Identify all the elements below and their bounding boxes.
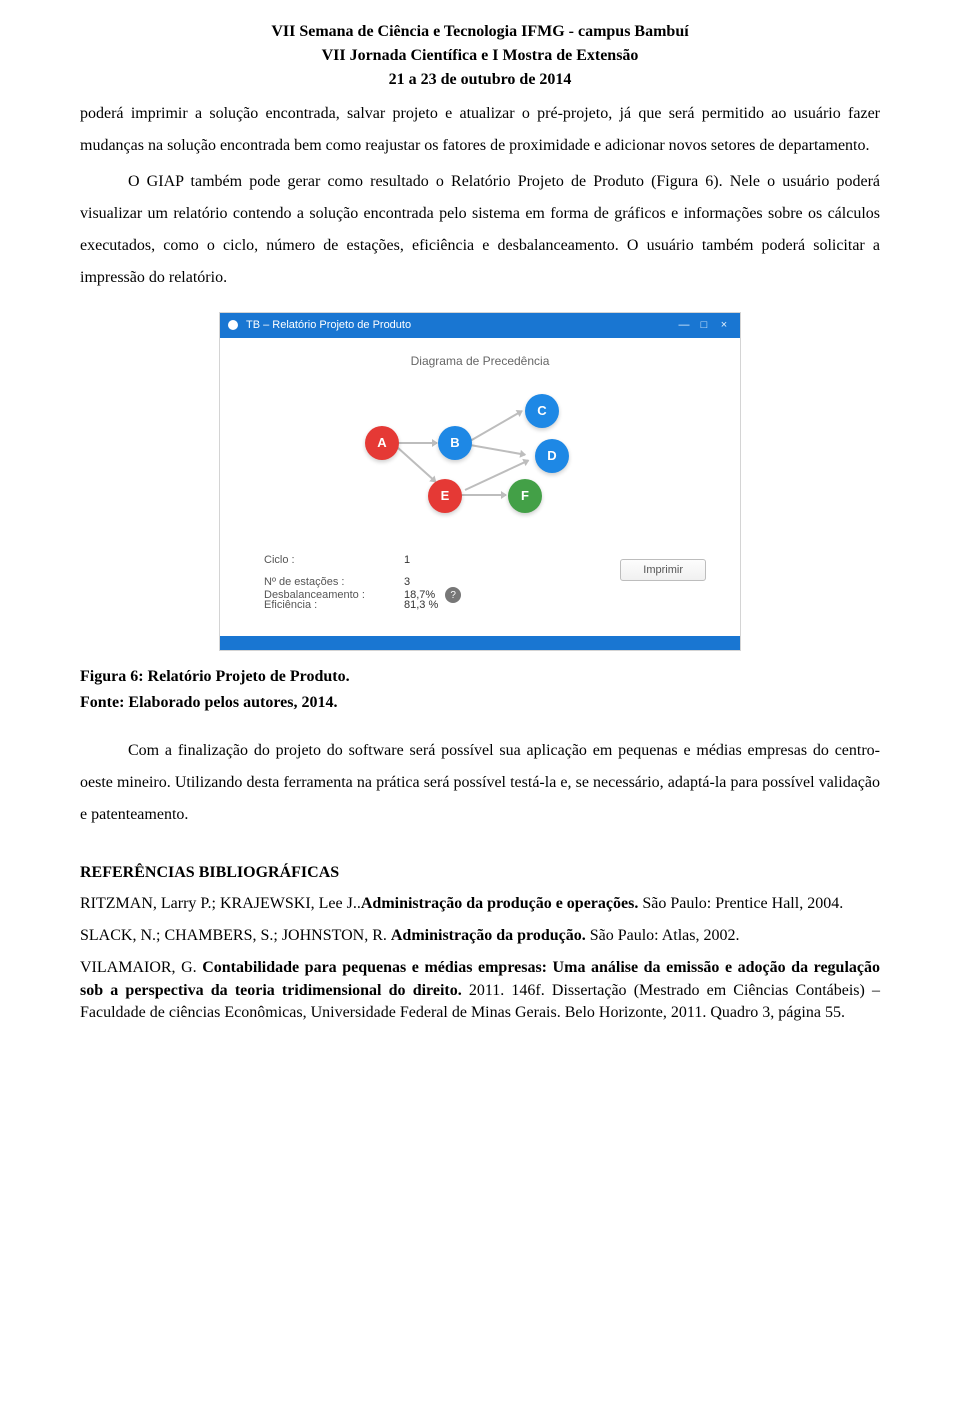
edge-b-c [470,410,523,442]
window-body: Diagrama de Precedência A B C D E F Cicl… [220,338,740,624]
minimize-icon[interactable]: — [676,317,692,334]
ref2-authors: SLACK, N.; CHAMBERS, S.; JOHNSTON, R. [80,927,391,944]
window-icon [228,320,238,330]
diagram-title: Diagrama de Precedência [234,352,726,370]
figure-caption-line2: Fonte: Elaborado pelos autores, 2014. [80,691,880,715]
stat-desbalanceamento: Desbalanceamento : 18,7% ? [264,587,726,604]
paragraph-1: poderá imprimir a solução encontrada, sa… [80,98,880,162]
edge-a-e [396,446,436,482]
ref2-title: Administração da produção. [391,927,586,944]
paragraph-3: Com a finalização do projeto do software… [80,735,880,831]
stats-block: Ciclo : 1 Nº de estações : 3 Eficiência … [234,552,726,604]
header-line-1: VII Semana de Ciência e Tecnologia IFMG … [80,20,880,44]
app-window: TB – Relatório Projeto de Produto — □ × … [219,312,741,651]
edge-a-b [397,442,437,444]
node-c: C [525,394,559,428]
ref1-title: Administração da produção e operações. [361,895,638,912]
ref1-authors: RITZMAN, Larry P.; KRAJEWSKI, Lee J.. [80,895,361,912]
paragraph-2: O GIAP também pode gerar como resultado … [80,166,880,294]
ref3-authors: VILAMAIOR, G. [80,959,202,976]
reference-3: VILAMAIOR, G. Contabilidade para pequena… [80,957,880,1024]
print-button[interactable]: Imprimir [620,559,706,581]
edge-b-d [470,444,525,456]
close-icon[interactable]: × [716,317,732,334]
window-titlebar: TB – Relatório Projeto de Produto — □ × [220,313,740,338]
ref2-tail: São Paulo: Atlas, 2002. [586,927,740,944]
references-heading: REFERÊNCIAS BIBLIOGRÁFICAS [80,861,880,885]
stat-desbal-label: Desbalanceamento : [264,587,404,604]
stat-ciclo-value: 1 [404,552,410,569]
node-a: A [365,426,399,460]
node-e: E [428,479,462,513]
figure-6-container: TB – Relatório Projeto de Produto — □ × … [80,312,880,651]
ref1-tail: São Paulo: Prentice Hall, 2004. [638,895,843,912]
window-footer-bar [220,636,740,650]
stat-desbal-value: 18,7% [404,587,435,604]
node-b: B [438,426,472,460]
node-d: D [535,439,569,473]
help-icon[interactable]: ? [445,587,461,603]
page-header: VII Semana de Ciência e Tecnologia IFMG … [80,20,880,92]
figure-caption-line1: Figura 6: Relatório Projeto de Produto. [80,665,880,689]
window-title: TB – Relatório Projeto de Produto [246,317,411,334]
header-line-2: VII Jornada Científica e I Mostra de Ext… [80,44,880,68]
stat-ciclo-label: Ciclo : [264,552,404,569]
header-line-3: 21 a 23 de outubro de 2014 [80,68,880,92]
precedence-diagram: A B C D E F [310,384,650,534]
reference-1: RITZMAN, Larry P.; KRAJEWSKI, Lee J..Adm… [80,893,880,915]
edge-e-f [460,494,506,496]
node-f: F [508,479,542,513]
reference-2: SLACK, N.; CHAMBERS, S.; JOHNSTON, R. Ad… [80,925,880,947]
maximize-icon[interactable]: □ [696,317,712,334]
